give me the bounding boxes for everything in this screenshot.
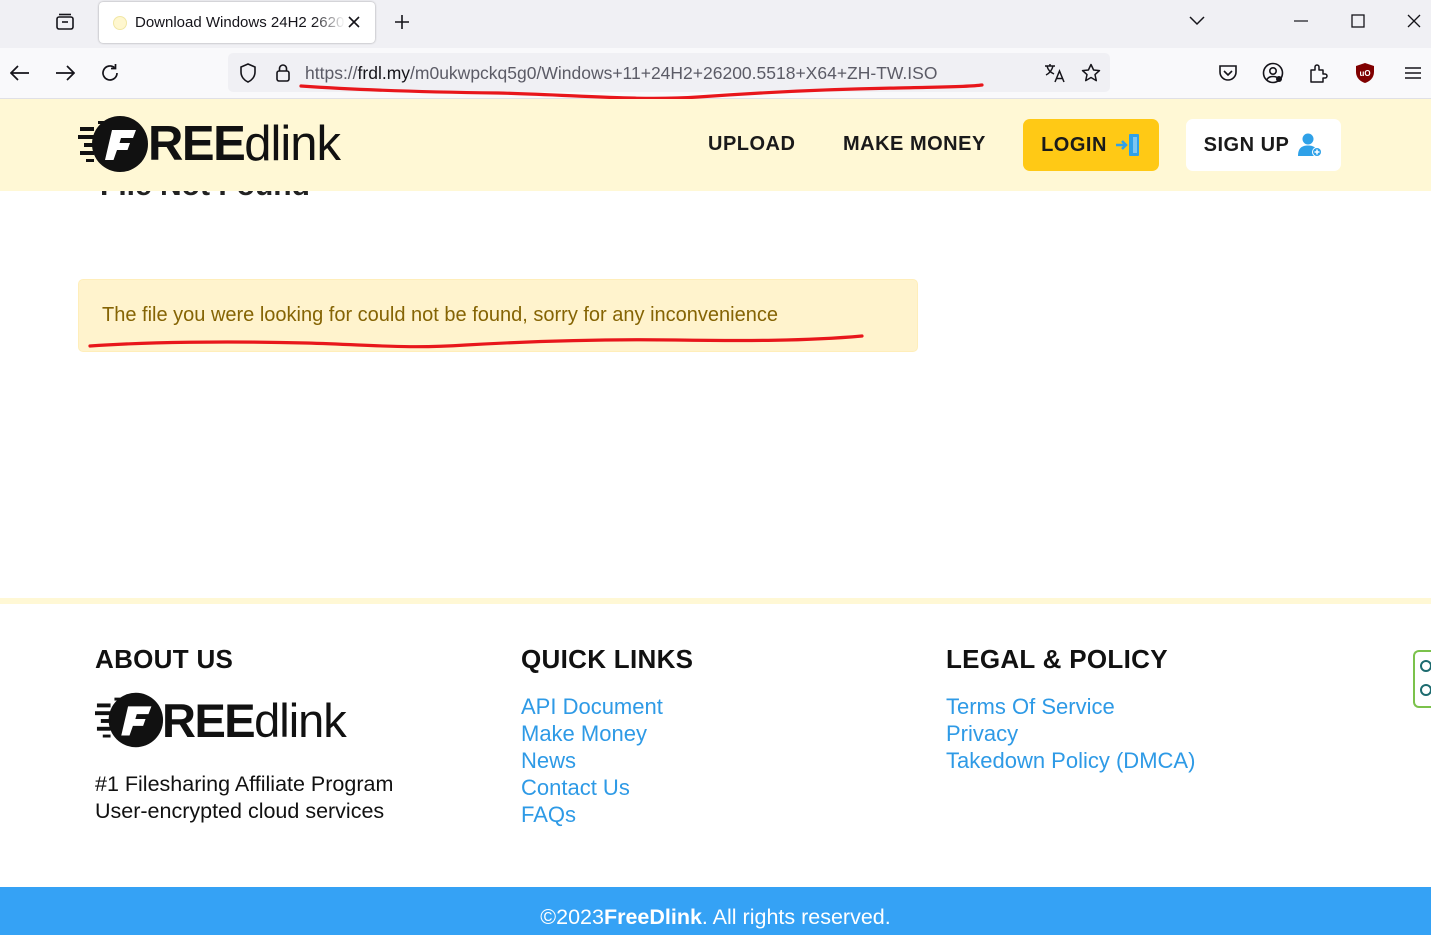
- site-header: REEdlink UPLOAD MAKE MONEY LOGIN SIGN UP: [0, 99, 1431, 191]
- svg-text:uO: uO: [1359, 69, 1370, 78]
- footer-about-heading: ABOUT US: [95, 644, 234, 674]
- footer-quick-links: QUICK LINKS API Document Make Money News…: [521, 644, 693, 828]
- site-logo[interactable]: REEdlink: [78, 115, 341, 173]
- footer-legal-heading: LEGAL & POLICY: [946, 644, 1168, 674]
- translate-icon[interactable]: [1044, 62, 1066, 84]
- lock-icon[interactable]: [272, 62, 294, 84]
- footer-tagline-1: #1 Filesharing Affiliate Program: [95, 772, 394, 796]
- login-label: LOGIN: [1041, 133, 1107, 156]
- widget-close-icon[interactable]: [1420, 660, 1431, 672]
- reload-icon[interactable]: [95, 58, 125, 88]
- footer-link-terms[interactable]: Terms Of Service: [946, 693, 1195, 720]
- footer-link-news[interactable]: News: [521, 747, 693, 774]
- freedlink-logo-icon: [78, 116, 148, 172]
- close-window-icon[interactable]: [1399, 8, 1429, 34]
- not-found-alert: The file you were looking for could not …: [78, 279, 918, 352]
- footer-link-privacy[interactable]: Privacy: [946, 720, 1195, 747]
- footer-tagline-2: User-encrypted cloud services: [95, 799, 385, 823]
- signup-label: SIGN UP: [1203, 133, 1290, 156]
- shield-icon[interactable]: [237, 62, 259, 84]
- copyright-prefix: ©2023: [540, 904, 604, 929]
- login-door-icon: [1115, 134, 1139, 156]
- tab-list-icon[interactable]: [50, 8, 80, 36]
- page-title: File Not Found: [100, 191, 310, 203]
- signup-button[interactable]: SIGN UP: [1186, 119, 1341, 171]
- copyright-suffix: . All rights reserved.: [701, 904, 891, 929]
- url-scheme: https://: [305, 63, 358, 83]
- alert-message: The file you were looking for could not …: [102, 304, 778, 326]
- footer-quick-links-heading: QUICK LINKS: [521, 644, 694, 674]
- extensions-icon[interactable]: [1303, 58, 1333, 88]
- close-tab-icon[interactable]: [345, 13, 363, 31]
- logo-thin: dlink: [244, 117, 341, 171]
- back-icon[interactable]: [5, 58, 35, 88]
- minimize-icon[interactable]: [1286, 8, 1316, 34]
- footer-logo-wordmark: REEdlink: [162, 693, 347, 748]
- logo-thin: dlink: [254, 693, 347, 747]
- maximize-icon[interactable]: [1343, 8, 1373, 34]
- footer-link-api-document[interactable]: API Document: [521, 693, 693, 720]
- footer-link-contact-us[interactable]: Contact Us: [521, 774, 693, 801]
- footer-link-dmca[interactable]: Takedown Policy (DMCA): [946, 747, 1195, 774]
- footer-about: ABOUT US REEdlink #1 Filesharing Affilia…: [95, 644, 393, 825]
- copyright-brand[interactable]: FreeDlink: [604, 905, 702, 930]
- logo-bold: REE: [162, 693, 256, 747]
- url-text[interactable]: https://frdl.my/m0ukwpckq5g0/Windows+11+…: [305, 63, 937, 84]
- new-tab-icon[interactable]: [389, 9, 415, 35]
- site-footer: ABOUT US REEdlink #1 Filesharing Affilia…: [0, 598, 1431, 887]
- browser-tab-bar: Download Windows 24H2 26200: [0, 0, 1431, 48]
- menu-icon[interactable]: [1398, 58, 1428, 88]
- account-icon[interactable]: [1258, 58, 1288, 88]
- footer-link-make-money[interactable]: Make Money: [521, 720, 693, 747]
- nav-make-money-link[interactable]: MAKE MONEY: [843, 133, 986, 156]
- tab-title: Download Windows 24H2 26200: [135, 14, 345, 31]
- widget-info-icon[interactable]: [1420, 684, 1431, 696]
- footer-logo[interactable]: REEdlink: [95, 691, 393, 749]
- favicon-icon: [113, 15, 127, 30]
- add-user-icon: [1298, 133, 1323, 157]
- address-bar[interactable]: https://frdl.my/m0ukwpckq5g0/Windows+11+…: [228, 53, 1110, 92]
- ublock-icon[interactable]: uO: [1350, 58, 1380, 88]
- forward-icon[interactable]: [50, 58, 80, 88]
- login-button[interactable]: LOGIN: [1023, 119, 1159, 171]
- freedlink-logo-icon: [95, 692, 164, 748]
- footer-legal: LEGAL & POLICY Terms Of Service Privacy …: [946, 644, 1195, 774]
- logo-wordmark: REEdlink: [148, 116, 341, 172]
- url-host: frdl.my: [357, 63, 411, 83]
- bookmark-star-icon[interactable]: [1080, 62, 1102, 84]
- footer-link-faqs[interactable]: FAQs: [521, 801, 693, 828]
- url-path: /m0ukwpckq5g0/Windows+11+24H2+26200.5518…: [410, 63, 938, 83]
- browser-tab-active[interactable]: Download Windows 24H2 26200: [99, 2, 375, 43]
- nav-upload-link[interactable]: UPLOAD: [708, 133, 795, 156]
- pocket-icon[interactable]: [1213, 58, 1243, 88]
- copyright-bar: ©2023 FreeDlink. All rights reserved.: [0, 887, 1431, 935]
- main-content: File Not Found The file you were looking…: [0, 191, 1431, 598]
- browser-nav-bar: https://frdl.my/m0ukwpckq5g0/Windows+11+…: [0, 48, 1431, 99]
- chevron-down-icon[interactable]: [1182, 8, 1212, 34]
- side-floating-widget[interactable]: [1413, 650, 1431, 708]
- logo-bold: REE: [148, 117, 246, 171]
